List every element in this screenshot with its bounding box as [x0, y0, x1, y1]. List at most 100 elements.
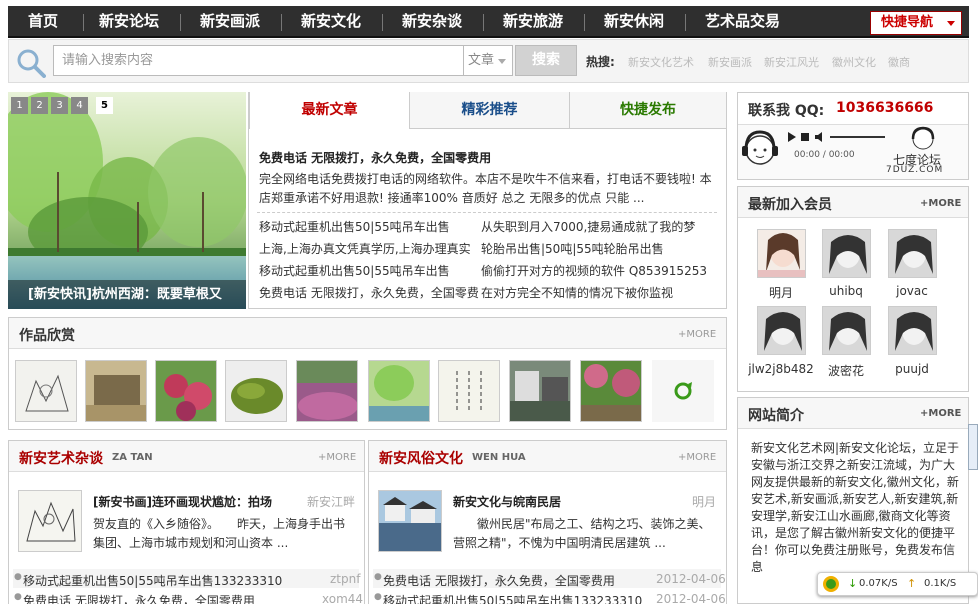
article-link[interactable]: 从失职到月入7000,捷易通成就了我的梦	[481, 218, 695, 235]
featured-article-title[interactable]: 免费电话 无限拨打，永久免费，全国零费用	[259, 149, 491, 166]
hot-search-link[interactable]: 徽州文化	[832, 54, 876, 70]
volume-icon[interactable]	[814, 131, 826, 143]
search-input[interactable]: 请输入搜索内容	[53, 45, 464, 76]
contact-qq[interactable]: 1036636666	[836, 100, 933, 116]
slide-page-1[interactable]: 1	[11, 97, 28, 114]
hot-search-link[interactable]: 新安江风光	[764, 54, 819, 70]
member-name[interactable]: 波密花	[813, 362, 879, 379]
nav-travel[interactable]: 新安旅游	[503, 6, 563, 38]
zatan-article-desc: 贺友直的《入乡随俗》。 昨天，上海身手出书集团、上海市城市规划和河山资本 ...	[93, 517, 346, 550]
divider	[257, 212, 717, 213]
site-intro-more-link[interactable]: +MORE	[920, 408, 961, 419]
wenhua-article-desc: 徽州民居"布局之工、结构之巧、装饰之美、营照之精"，不愧为中国明清民居建筑 ..…	[453, 517, 711, 550]
member-avatar[interactable]	[757, 306, 806, 355]
upload-arrow-icon: ↑	[907, 577, 917, 590]
contact-label: 联系我 QQ:	[748, 103, 825, 119]
wenhua-list-item[interactable]: 免费电话 无限拨打，永久免费，全国零费用	[383, 572, 615, 589]
wenhua-list-item[interactable]: 移动式起重机出售50|55吨吊车出售133233310	[383, 592, 642, 604]
slide-page-2[interactable]: 2	[31, 97, 48, 114]
nav-home[interactable]: 首页	[28, 6, 58, 38]
zatan-thumb[interactable]	[18, 490, 82, 552]
member-name[interactable]: puujd	[879, 362, 945, 376]
play-icon[interactable]	[786, 131, 798, 143]
zatan-more-link[interactable]: +MORE	[318, 452, 356, 463]
member-avatar[interactable]	[888, 229, 937, 278]
upload-speed: 0.1K/S	[924, 578, 957, 589]
hot-search-link[interactable]: 新安画派	[708, 54, 752, 70]
slide-page-3[interactable]: 3	[51, 97, 68, 114]
nav-separator	[483, 14, 484, 31]
member-avatar[interactable]	[888, 306, 937, 355]
wenhua-article-title[interactable]: 新安文化与皖南民居	[453, 493, 561, 510]
bullet-icon: ●	[14, 592, 22, 602]
search-button[interactable]: 搜索	[515, 45, 577, 76]
volume-slider[interactable]	[830, 136, 885, 138]
members-more-link[interactable]: +MORE	[920, 198, 961, 209]
zatan-list-item[interactable]: 移动式起重机出售50|55吨吊车出售133233310	[23, 572, 282, 589]
download-arrow-icon: ↓	[848, 577, 858, 590]
hot-search-label: 热搜:	[586, 55, 615, 69]
refresh-icon[interactable]	[652, 360, 714, 422]
slide-page-5[interactable]: 5	[96, 97, 113, 114]
zatan-list-meta: xom44	[322, 592, 364, 604]
work-thumb[interactable]	[438, 360, 500, 422]
nav-culture[interactable]: 新安文化	[301, 6, 361, 38]
nav-zatan[interactable]: 新安杂谈	[402, 6, 462, 38]
article-link[interactable]: 偷偷打开对方的视频的软件 Q853915253	[481, 262, 707, 279]
zatan-article-title[interactable]: [新安书画]连环画现状尴尬：拍场	[93, 493, 272, 510]
slideshow-caption[interactable]: [新安快讯]杭州西湖：既要草根又	[8, 280, 246, 309]
nav-forum[interactable]: 新安论坛	[99, 6, 159, 38]
work-thumb[interactable]	[155, 360, 217, 422]
forum-site-text: 7DUZ.COM	[886, 165, 944, 175]
zatan-list-item[interactable]: 免费电话 无限拨打，永久免费，全国零费用	[23, 592, 255, 604]
works-more-link[interactable]: +MORE	[678, 329, 716, 340]
article-link[interactable]: 移动式起重机出售50|55吨吊车出售	[259, 218, 450, 235]
article-link[interactable]: 上海,上海办真文凭真学历,上海办理真实	[259, 240, 471, 257]
work-thumb[interactable]	[296, 360, 358, 422]
member-name[interactable]: uhibq	[813, 284, 879, 298]
nav-separator	[382, 14, 383, 31]
article-link[interactable]: 免费电话 无限拨打，永久免费，全国零费	[259, 284, 479, 301]
work-thumb[interactable]	[580, 360, 642, 422]
member-name[interactable]: jlw2j8b482	[748, 362, 814, 376]
nav-leisure[interactable]: 新安休闲	[604, 6, 664, 38]
top-nav: 首页 新安论坛 新安画派 新安文化 新安杂谈 新安旅游 新安休闲 艺术品交易	[8, 6, 969, 38]
tab-quick-post[interactable]: 快捷发布	[569, 92, 726, 129]
wenhua-title: 新安风俗文化	[379, 451, 463, 467]
hot-search-link[interactable]: 徽商	[888, 54, 910, 70]
member-name[interactable]: 明月	[748, 284, 814, 301]
tab-recommended[interactable]: 精彩推荐	[409, 92, 569, 129]
nav-art-trade[interactable]: 艺术品交易	[705, 6, 780, 38]
work-thumb[interactable]	[85, 360, 147, 422]
member-avatar[interactable]	[822, 229, 871, 278]
article-link[interactable]: 移动式起重机出售50|55吨吊车出售	[259, 262, 450, 279]
zatan-list-meta: ztpnf	[330, 572, 361, 586]
search-type-select[interactable]: 文章	[463, 45, 513, 76]
work-thumb[interactable]	[368, 360, 430, 422]
works-header	[9, 318, 726, 349]
side-float-tab[interactable]	[968, 424, 978, 470]
quick-nav-dropdown[interactable]: 快捷导航	[870, 11, 962, 35]
tab-latest-articles[interactable]: 最新文章	[249, 92, 409, 129]
slideshow-image[interactable]	[8, 92, 246, 309]
speed-ball-icon	[823, 576, 839, 592]
work-thumb[interactable]	[15, 360, 77, 422]
member-name[interactable]: jovac	[879, 284, 945, 298]
members-title: 最新加入会员	[748, 197, 832, 213]
slide-page-4[interactable]: 4	[71, 97, 88, 114]
work-thumb[interactable]	[225, 360, 287, 422]
article-link[interactable]: 轮胎吊出售|50吨|55吨轮胎吊出售	[481, 240, 664, 257]
nav-painting[interactable]: 新安画派	[200, 6, 260, 38]
hot-search-link[interactable]: 新安文化艺术	[628, 54, 694, 70]
site-intro-text: 新安文化艺术网|新安文化论坛，立足于安徽与浙江交界之新安江流域，为广大网友提供最…	[751, 441, 960, 574]
member-avatar[interactable]	[822, 306, 871, 355]
work-thumb[interactable]	[509, 360, 571, 422]
stop-icon[interactable]	[800, 131, 810, 143]
bullet-icon: ●	[374, 592, 382, 602]
wenhua-more-link[interactable]: +MORE	[678, 452, 716, 463]
nav-separator	[83, 14, 84, 31]
wenhua-thumb[interactable]	[378, 490, 442, 552]
member-avatar[interactable]	[757, 229, 806, 278]
zatan-article-author: 新安江畔	[307, 495, 356, 509]
article-link[interactable]: 在对方完全不知情的情况下被你监视	[481, 284, 673, 301]
